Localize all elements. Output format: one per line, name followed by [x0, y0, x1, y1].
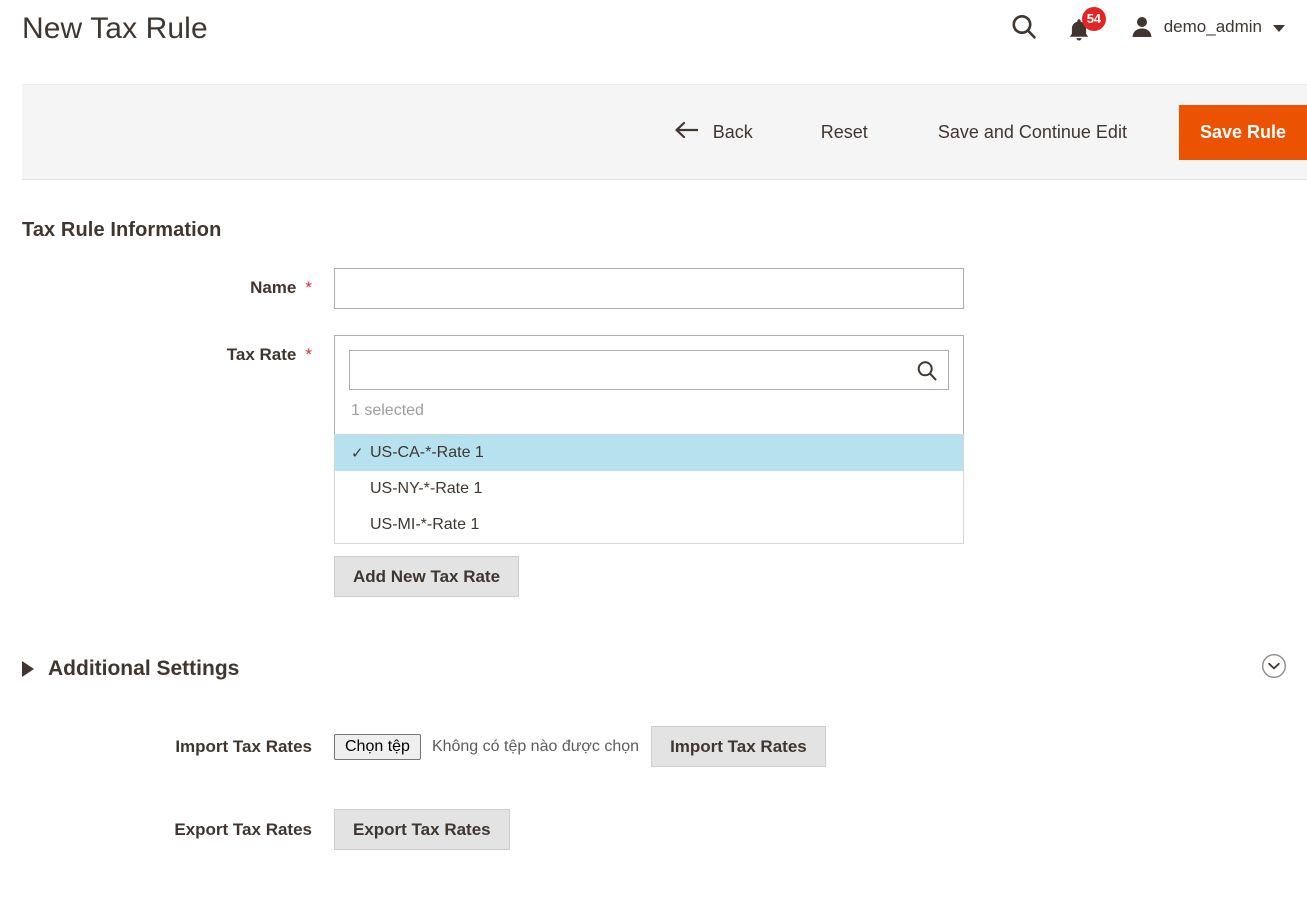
tax-rate-option-label: US-CA-*-Rate 1 — [370, 444, 484, 461]
file-status-text: Không có tệp nào được chọn — [431, 737, 640, 755]
tax-rate-search-box — [334, 335, 964, 390]
import-tax-rates-label: Import Tax Rates — [175, 736, 312, 756]
chevron-down-icon — [1273, 24, 1285, 32]
field-row-tax-rate: Tax Rate * 1 selected ✓ US-CA-*-Rate 1 U… — [0, 335, 1307, 597]
check-icon: ✓ — [351, 445, 364, 462]
notification-count-badge: 54 — [1081, 7, 1106, 31]
add-new-tax-rate-label: Add New Tax Rate — [353, 566, 501, 586]
tax-rate-search-input[interactable] — [349, 350, 949, 390]
import-tax-rates-button[interactable]: Import Tax Rates — [651, 726, 826, 767]
tax-rate-option-label: US-NY-*-Rate 1 — [370, 480, 483, 497]
additional-settings-header[interactable]: Additional Settings — [0, 653, 1307, 684]
page-header: New Tax Rule 54 demo_admin — [0, 0, 1307, 62]
field-row-name: Name * — [0, 268, 1307, 309]
row-import-tax-rates: Import Tax Rates Chọn tệp Không có tệp n… — [0, 726, 1307, 767]
add-new-tax-rate-button[interactable]: Add New Tax Rate — [334, 556, 520, 597]
tax-rate-option-label: US-MI-*-Rate 1 — [370, 516, 480, 533]
page-actions-toolbar: Back Reset Save and Continue Edit Save R… — [22, 84, 1307, 180]
tax-rate-multiselect: 1 selected ✓ US-CA-*-Rate 1 ✓ US-NY-*-Ra… — [334, 335, 964, 597]
reset-button-label: Reset — [820, 121, 868, 142]
search-icon[interactable] — [1009, 12, 1039, 42]
arrow-left-icon — [674, 120, 700, 145]
reset-button[interactable]: Reset — [805, 112, 884, 153]
user-avatar-icon — [1129, 14, 1155, 40]
back-button-label: Back — [712, 121, 753, 142]
row-export-tax-rates: Export Tax Rates Export Tax Rates — [0, 809, 1307, 850]
choose-file-button[interactable]: Chọn tệp — [334, 733, 421, 760]
name-field-control — [334, 268, 964, 309]
admin-user-name: demo_admin — [1163, 17, 1262, 36]
tax-rate-label-text: Tax Rate — [226, 345, 297, 364]
save-and-continue-edit-label: Save and Continue Edit — [937, 121, 1127, 142]
import-tax-rates-button-label: Import Tax Rates — [670, 736, 807, 756]
name-label-text: Name — [250, 278, 297, 297]
tax-rate-option[interactable]: ✓ US-NY-*-Rate 1 — [335, 471, 963, 507]
circle-chevron-down-icon[interactable] — [1261, 653, 1287, 684]
required-asterisk: * — [305, 278, 312, 297]
section-title: Tax Rule Information — [22, 219, 222, 241]
name-input[interactable] — [334, 268, 964, 309]
export-tax-rates-label: Export Tax Rates — [174, 819, 312, 839]
save-rule-label: Save Rule — [1199, 121, 1286, 142]
tax-rate-option[interactable]: ✓ US-CA-*-Rate 1 — [335, 435, 963, 471]
tax-rate-selected-count: 1 selected — [334, 390, 964, 434]
tax-rate-field-control: 1 selected ✓ US-CA-*-Rate 1 ✓ US-NY-*-Ra… — [334, 335, 964, 597]
tax-rule-form: Tax Rule Information Name * Tax Rate * 1… — [0, 219, 1307, 850]
save-rule-button[interactable]: Save Rule — [1178, 104, 1307, 160]
tax-rate-option-list: ✓ US-CA-*-Rate 1 ✓ US-NY-*-Rate 1 ✓ US-M… — [334, 434, 964, 544]
save-and-continue-edit-button[interactable]: Save and Continue Edit — [922, 112, 1143, 153]
header-tools: 54 demo_admin — [1009, 0, 1293, 44]
back-button[interactable]: Back — [658, 110, 769, 155]
export-tax-rates-button-label: Export Tax Rates — [353, 819, 491, 839]
triangle-right-icon — [22, 660, 34, 677]
import-file-input[interactable]: Chọn tệp Không có tệp nào được chọn — [334, 733, 640, 760]
notification-bell-icon[interactable]: 54 — [1065, 7, 1106, 44]
additional-settings-left: Additional Settings — [22, 657, 239, 681]
name-field-label: Name * — [0, 268, 312, 298]
export-tax-rates-button[interactable]: Export Tax Rates — [334, 809, 510, 850]
additional-settings-title: Additional Settings — [48, 656, 240, 680]
import-tax-rates-control: Chọn tệp Không có tệp nào được chọn Impo… — [334, 726, 826, 767]
export-tax-rates-control: Export Tax Rates — [334, 809, 510, 850]
admin-user-menu[interactable]: demo_admin — [1129, 14, 1285, 40]
tax-rate-option[interactable]: ✓ US-MI-*-Rate 1 — [335, 507, 963, 543]
tax-rate-field-label: Tax Rate * — [0, 335, 312, 365]
required-asterisk: * — [305, 345, 312, 364]
page-title: New Tax Rule — [22, 12, 208, 45]
